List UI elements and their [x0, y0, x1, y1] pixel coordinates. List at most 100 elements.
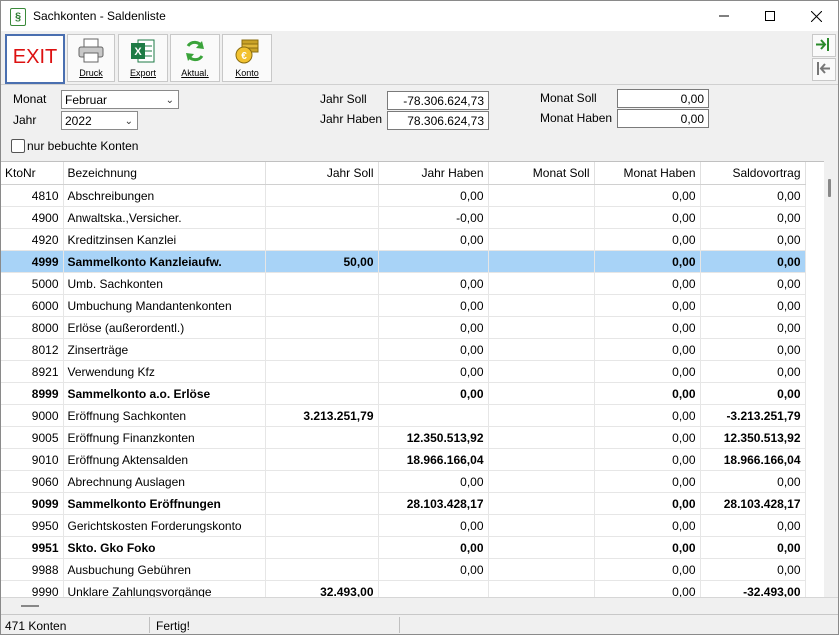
saldenliste-window: § Sachkonten - Saldenliste EXIT Druck X … [0, 0, 839, 635]
cell-ktonr: 4999 [1, 250, 64, 273]
cell-monat-haben: 0,00 [594, 448, 701, 471]
cell-monat-soll [488, 184, 595, 207]
table-row[interactable]: 4900 Anwaltska.,Versicher. -0,00 0,00 0,00 [1, 206, 806, 229]
table-row[interactable]: 8012 Zinserträge 0,00 0,00 0,00 [1, 338, 806, 361]
nur-bebuchte-checkbox[interactable] [11, 139, 25, 153]
cell-ktonr: 9990 [1, 580, 64, 598]
cell-jahr-haben: -0,00 [378, 206, 489, 229]
col-jahr-haben-header[interactable]: Jahr Haben [378, 162, 489, 185]
cell-monat-soll [488, 250, 595, 273]
toolbar: EXIT Druck X Export Aktual. € Konto [1, 31, 838, 85]
table-row[interactable]: 8921 Verwendung Kfz 0,00 0,00 0,00 [1, 360, 806, 383]
printer-icon [78, 38, 104, 63]
cell-jahr-haben: 0,00 [378, 294, 489, 317]
cell-ktonr: 6000 [1, 294, 64, 317]
horizontal-scrollbar[interactable] [1, 597, 838, 614]
cell-ktonr: 9060 [1, 470, 64, 493]
aktual-button[interactable]: Aktual. [170, 34, 220, 82]
cell-jahr-haben: 0,00 [378, 228, 489, 251]
cell-monat-haben: 0,00 [594, 228, 701, 251]
refresh-icon [186, 40, 204, 62]
col-ktonr-header[interactable]: KtoNr [1, 162, 64, 185]
cell-bezeichnung: Eröffnung Finanzkonten [63, 426, 266, 449]
col-jahr-soll-header[interactable]: Jahr Soll [265, 162, 379, 185]
maximize-button[interactable] [747, 1, 793, 31]
scrollbar-thumb[interactable] [21, 605, 39, 607]
filter-panel: Monat Februar ⌄ Jahr 2022 ⌄ nur bebuchte… [1, 85, 838, 159]
cell-ktonr: 9005 [1, 426, 64, 449]
accounts-grid[interactable]: KtoNr Bezeichnung Jahr Soll Jahr Haben M… [1, 161, 824, 598]
exit-button[interactable]: EXIT [5, 34, 65, 84]
status-separator [399, 617, 400, 633]
next-nav-button[interactable] [812, 34, 836, 57]
export-label: Export [129, 68, 156, 78]
cell-bezeichnung: Sammelkonto Kanzleiaufw. [63, 250, 266, 273]
cell-jahr-soll [265, 448, 379, 471]
konto-button[interactable]: € Konto [222, 34, 272, 82]
cell-jahr-soll: 50,00 [265, 250, 379, 273]
table-row[interactable]: 9005 Eröffnung Finanzkonten 12.350.513,92 0… [1, 426, 806, 449]
cell-monat-haben: 0,00 [594, 426, 701, 449]
table-row[interactable]: 9950 Gerichtskosten Forderungskonto 0,00 0,… [1, 514, 806, 537]
druck-button[interactable]: Druck [67, 34, 115, 82]
cell-saldovortrag: 0,00 [700, 250, 806, 273]
cell-monat-haben: 0,00 [594, 558, 701, 581]
cell-ktonr: 9950 [1, 514, 64, 537]
table-row[interactable]: 9099 Sammelkonto Eröffnungen 28.103.428,17… [1, 492, 806, 515]
vertical-scrollbar[interactable] [824, 161, 838, 597]
jahr-select[interactable]: 2022 ⌄ [61, 111, 138, 130]
table-row[interactable]: 9990 Unklare Zahlungsvorgänge 32.493,00 0,0… [1, 580, 806, 598]
jahr-label: Jahr [13, 113, 37, 127]
table-row[interactable]: 8000 Erlöse (außerordentl.) 0,00 0,00 0,00 [1, 316, 806, 339]
cell-bezeichnung: Gerichtskosten Forderungskonto [63, 514, 266, 537]
table-row[interactable]: 9010 Eröffnung Aktensalden 18.966.166,04 0,… [1, 448, 806, 471]
cell-bezeichnung: Sammelkonto Eröffnungen [63, 492, 266, 515]
minimize-button[interactable] [701, 1, 747, 31]
close-button[interactable] [793, 1, 838, 31]
cell-monat-soll [488, 228, 595, 251]
cell-saldovortrag: 0,00 [700, 228, 806, 251]
table-row[interactable]: 8999 Sammelkonto a.o. Erlöse 0,00 0,00 0,00 [1, 382, 806, 405]
table-row[interactable]: 9060 Abrechnung Auslagen 0,00 0,00 0,00 [1, 470, 806, 493]
cell-ktonr: 9000 [1, 404, 64, 427]
monat-select[interactable]: Februar ⌄ [61, 90, 179, 109]
cell-ktonr: 4920 [1, 228, 64, 251]
table-row[interactable]: 4999 Sammelkonto Kanzleiaufw. 50,00 0,00 0,0… [1, 250, 806, 273]
cell-saldovortrag: 0,00 [700, 514, 806, 537]
export-button[interactable]: X Export [118, 34, 168, 82]
table-row[interactable]: 5000 Umb. Sachkonten 0,00 0,00 0,00 [1, 272, 806, 295]
table-row[interactable]: 4810 Abschreibungen 0,00 0,00 0,00 [1, 184, 806, 207]
table-row[interactable]: 6000 Umbuchung Mandantenkonten 0,00 0,00 0,0… [1, 294, 806, 317]
cell-jahr-soll [265, 338, 379, 361]
col-saldovortrag-header[interactable]: Saldovortrag [700, 162, 806, 185]
col-monat-haben-header[interactable]: Monat Haben [594, 162, 701, 185]
scrollbar-thumb[interactable] [828, 179, 831, 197]
cell-bezeichnung: Abschreibungen [63, 184, 266, 207]
cell-bezeichnung: Kreditzinsen Kanzlei [63, 228, 266, 251]
col-monat-soll-header[interactable]: Monat Soll [488, 162, 595, 185]
cell-bezeichnung: Ausbuchung Gebühren [63, 558, 266, 581]
table-row[interactable]: 9000 Eröffnung Sachkonten 3.213.251,79 0,00… [1, 404, 806, 427]
cell-bezeichnung: Eröffnung Aktensalden [63, 448, 266, 471]
chevron-down-icon: ⌄ [124, 116, 133, 127]
cell-jahr-soll [265, 470, 379, 493]
cell-monat-haben: 0,00 [594, 316, 701, 339]
table-row[interactable]: 9988 Ausbuchung Gebühren 0,00 0,00 0,00 [1, 558, 806, 581]
cell-jahr-soll [265, 294, 379, 317]
cell-jahr-soll [265, 536, 379, 559]
cell-jahr-haben: 0,00 [378, 470, 489, 493]
cell-monat-haben: 0,00 [594, 492, 701, 515]
cell-monat-haben: 0,00 [594, 294, 701, 317]
cell-bezeichnung: Eröffnung Sachkonten [63, 404, 266, 427]
cell-monat-soll [488, 360, 595, 383]
cell-jahr-haben [378, 580, 489, 598]
cell-saldovortrag: 28.103.428,17 [700, 492, 806, 515]
prev-nav-button[interactable] [812, 58, 836, 81]
cell-saldovortrag: 0,00 [700, 382, 806, 405]
col-bezeichnung-header[interactable]: Bezeichnung [63, 162, 266, 185]
table-row[interactable]: 4920 Kreditzinsen Kanzlei 0,00 0,00 0,00 [1, 228, 806, 251]
cell-bezeichnung: Erlöse (außerordentl.) [63, 316, 266, 339]
monat-haben-field: 0,00 [617, 109, 709, 128]
cell-monat-soll [488, 404, 595, 427]
table-row[interactable]: 9951 Skto. Gko Foko 0,00 0,00 0,00 [1, 536, 806, 559]
